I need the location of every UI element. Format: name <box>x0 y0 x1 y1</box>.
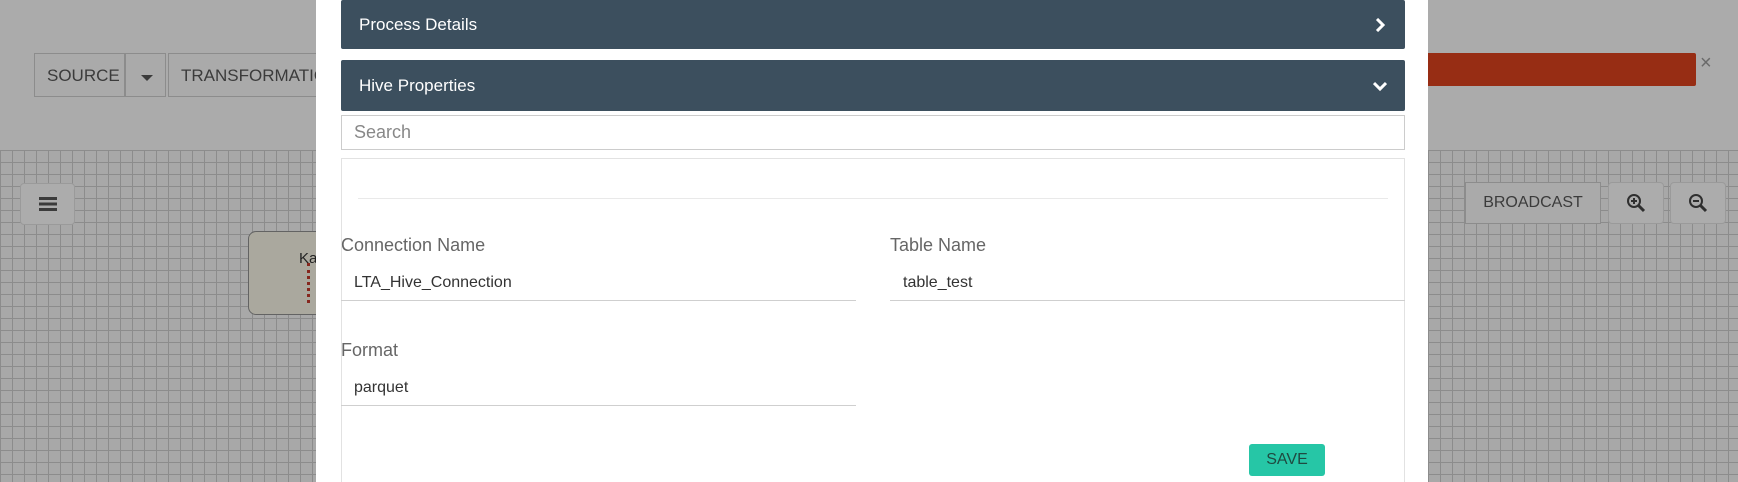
connection-name-input[interactable] <box>341 265 856 301</box>
process-details-title: Process Details <box>359 14 478 34</box>
process-details-header[interactable]: Process Details <box>341 0 1405 49</box>
table-name-label: Table Name <box>890 235 987 255</box>
hive-properties-form <box>341 158 1405 482</box>
chevron-right-icon <box>1375 17 1386 32</box>
format-input[interactable] <box>341 370 856 406</box>
table-name-input[interactable] <box>890 265 1405 301</box>
connection-name-label: Connection Name <box>341 235 486 255</box>
form-divider <box>358 198 1388 199</box>
save-button[interactable]: SAVE <box>1249 444 1325 476</box>
chevron-down-icon <box>1373 81 1387 91</box>
hive-properties-header[interactable]: Hive Properties <box>341 60 1405 111</box>
format-label: Format <box>341 340 399 360</box>
hive-properties-title: Hive Properties <box>359 75 476 95</box>
search-input[interactable] <box>341 115 1405 150</box>
